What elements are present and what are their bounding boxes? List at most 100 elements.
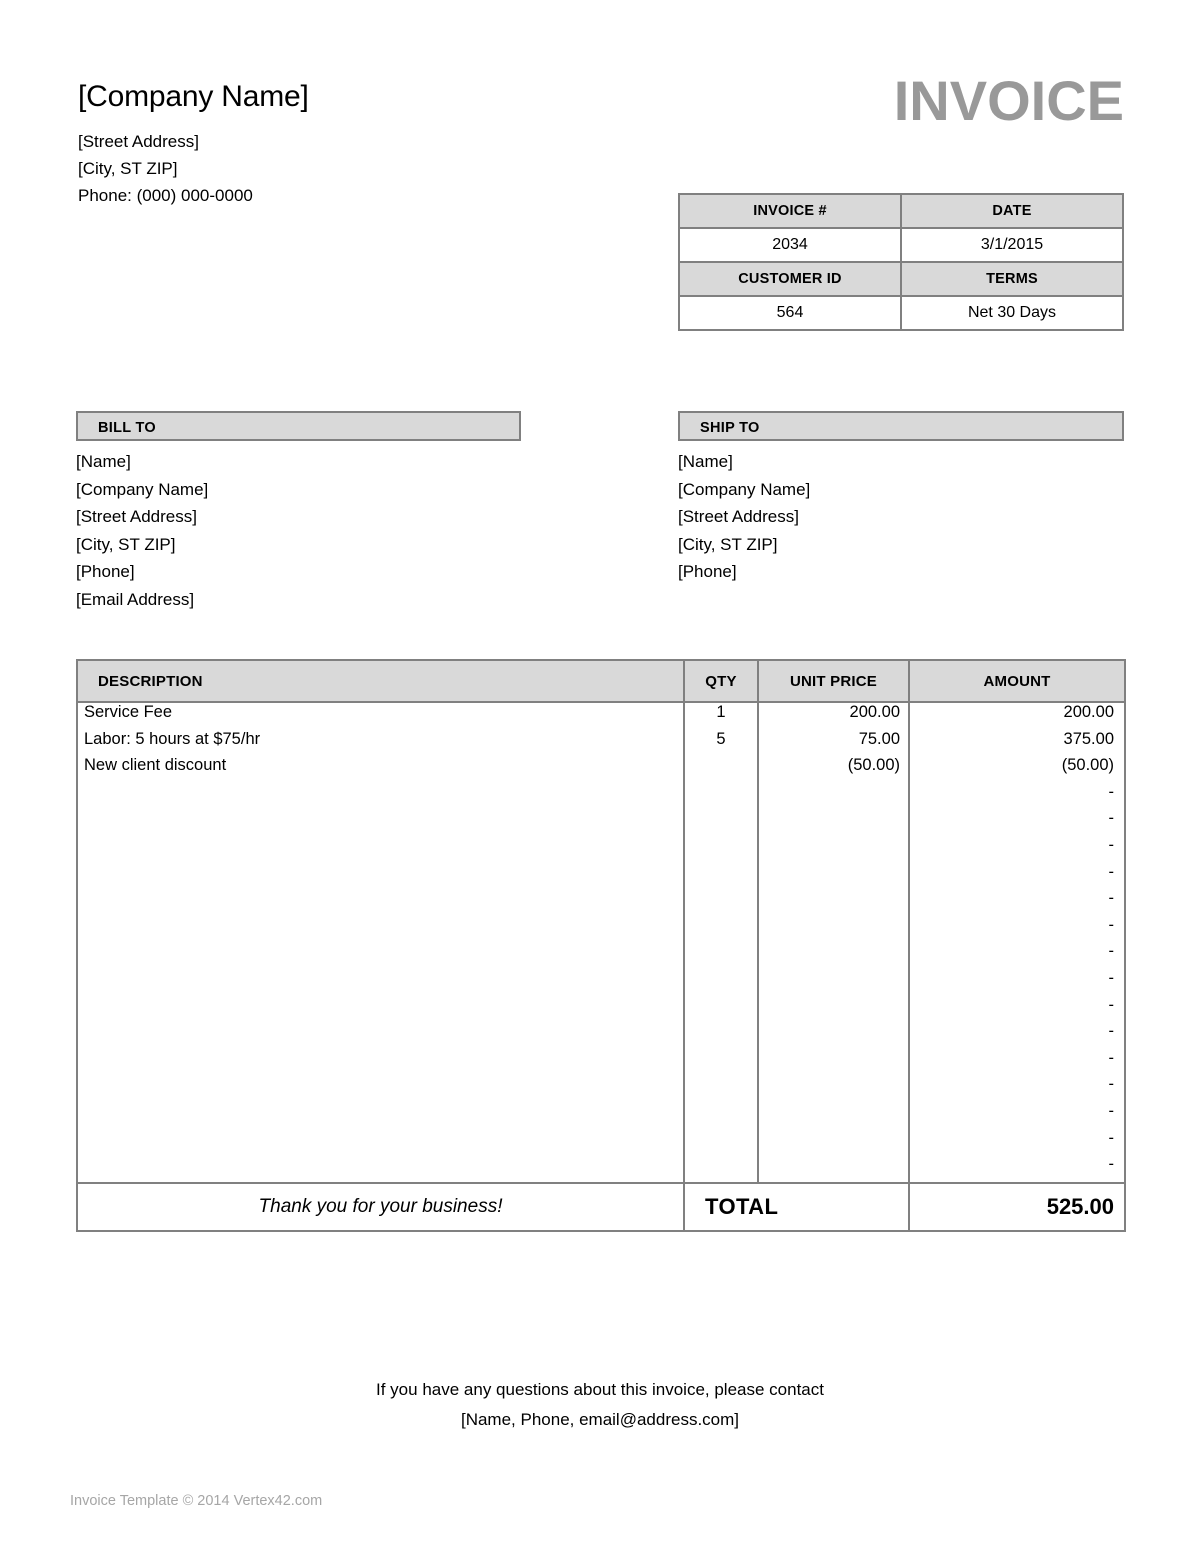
cell-description[interactable]: Service Fee — [76, 701, 685, 730]
cell-amount[interactable]: - — [908, 1101, 1126, 1129]
invoice-number-value[interactable]: 2034 — [678, 227, 902, 263]
bill-to-line[interactable]: [Name] — [76, 448, 521, 476]
cell-qty[interactable]: 5 — [683, 729, 759, 757]
cell-qty[interactable] — [683, 862, 759, 890]
cell-description[interactable] — [76, 968, 685, 996]
cell-description[interactable] — [76, 1128, 685, 1156]
cell-qty[interactable] — [683, 915, 759, 943]
cell-description[interactable] — [76, 862, 685, 890]
cell-unit-price[interactable] — [757, 1022, 910, 1049]
cell-amount[interactable]: - — [908, 1075, 1126, 1102]
cell-amount[interactable]: 375.00 — [908, 729, 1126, 757]
cell-qty[interactable] — [683, 809, 759, 836]
cell-amount[interactable]: - — [908, 782, 1126, 810]
cell-description[interactable] — [76, 995, 685, 1023]
company-address-line: [City, ST ZIP] — [78, 159, 178, 178]
cell-amount[interactable]: - — [908, 915, 1126, 943]
terms-label: TERMS — [900, 261, 1124, 297]
cell-unit-price[interactable] — [757, 1155, 910, 1184]
customer-id-label: CUSTOMER ID — [678, 261, 902, 297]
cell-description[interactable] — [76, 1101, 685, 1129]
cell-description[interactable] — [76, 1022, 685, 1049]
cell-unit-price[interactable] — [757, 1101, 910, 1129]
cell-amount[interactable]: - — [908, 1022, 1126, 1049]
invoice-number-label: INVOICE # — [678, 193, 902, 229]
cell-unit-price[interactable] — [757, 835, 910, 863]
column-header-amount: AMOUNT — [908, 659, 1126, 703]
customer-id-value[interactable]: 564 — [678, 295, 902, 331]
cell-amount[interactable]: - — [908, 1128, 1126, 1156]
cell-unit-price[interactable]: 200.00 — [757, 701, 910, 730]
cell-unit-price[interactable]: (50.00) — [757, 756, 910, 783]
cell-unit-price[interactable] — [757, 995, 910, 1023]
cell-amount[interactable]: - — [908, 835, 1126, 863]
bill-to-line[interactable]: [City, ST ZIP] — [76, 531, 521, 559]
cell-description[interactable] — [76, 942, 685, 969]
cell-description[interactable] — [76, 1075, 685, 1102]
cell-amount[interactable]: - — [908, 889, 1126, 916]
table-row: - — [76, 1022, 1126, 1049]
cell-amount[interactable]: - — [908, 862, 1126, 890]
cell-description[interactable]: Labor: 5 hours at $75/hr — [76, 729, 685, 757]
cell-description[interactable] — [76, 835, 685, 863]
cell-unit-price[interactable] — [757, 915, 910, 943]
cell-unit-price[interactable] — [757, 1048, 910, 1076]
cell-amount[interactable]: 200.00 — [908, 701, 1126, 730]
cell-unit-price[interactable]: 75.00 — [757, 729, 910, 757]
bill-to-line[interactable]: [Phone] — [76, 558, 521, 586]
cell-amount[interactable]: - — [908, 968, 1126, 996]
cell-qty[interactable] — [683, 1048, 759, 1076]
cell-description[interactable] — [76, 809, 685, 836]
cell-unit-price[interactable] — [757, 1075, 910, 1102]
ship-to-line[interactable]: [Phone] — [678, 558, 1124, 586]
cell-qty[interactable] — [683, 1101, 759, 1129]
cell-description[interactable] — [76, 915, 685, 943]
cell-unit-price[interactable] — [757, 809, 910, 836]
invoice-date-value[interactable]: 3/1/2015 — [900, 227, 1124, 263]
cell-amount[interactable]: - — [908, 1048, 1126, 1076]
bill-to-line[interactable]: [Email Address] — [76, 586, 521, 614]
cell-qty[interactable] — [683, 782, 759, 810]
cell-description[interactable] — [76, 1048, 685, 1076]
cell-qty[interactable] — [683, 942, 759, 969]
cell-unit-price[interactable] — [757, 1128, 910, 1156]
cell-qty[interactable] — [683, 1022, 759, 1049]
terms-value[interactable]: Net 30 Days — [900, 295, 1124, 331]
cell-amount[interactable]: - — [908, 809, 1126, 836]
cell-qty[interactable] — [683, 968, 759, 996]
cell-description[interactable]: New client discount — [76, 756, 685, 783]
cell-qty[interactable] — [683, 889, 759, 916]
ship-to-line[interactable]: [Company Name] — [678, 476, 1124, 504]
column-header-description: DESCRIPTION — [76, 659, 685, 703]
company-address-lines: [Street Address] [City, ST ZIP] Phone: (… — [78, 128, 638, 209]
cell-qty[interactable] — [683, 1075, 759, 1102]
cell-unit-price[interactable] — [757, 942, 910, 969]
bill-to-line[interactable]: [Company Name] — [76, 476, 521, 504]
ship-to-line[interactable]: [Street Address] — [678, 503, 1124, 531]
cell-unit-price[interactable] — [757, 968, 910, 996]
cell-amount[interactable]: - — [908, 995, 1126, 1023]
cell-qty[interactable] — [683, 1128, 759, 1156]
cell-qty[interactable] — [683, 995, 759, 1023]
cell-amount[interactable]: - — [908, 1155, 1126, 1184]
cell-description[interactable] — [76, 1155, 685, 1184]
cell-qty[interactable] — [683, 835, 759, 863]
cell-unit-price[interactable] — [757, 782, 910, 810]
total-value: 525.00 — [908, 1181, 1126, 1232]
company-phone-line: Phone: (000) 000-0000 — [78, 186, 253, 205]
cell-unit-price[interactable] — [757, 889, 910, 916]
cell-description[interactable] — [76, 889, 685, 916]
table-row: - — [76, 995, 1126, 1023]
ship-to-line[interactable]: [Name] — [678, 448, 1124, 476]
table-row: Service Fee 1 200.00 200.00 — [76, 701, 1126, 730]
cell-qty[interactable] — [683, 756, 759, 783]
cell-amount[interactable]: - — [908, 942, 1126, 969]
table-row: - — [76, 1101, 1126, 1129]
cell-qty[interactable] — [683, 1155, 759, 1184]
cell-unit-price[interactable] — [757, 862, 910, 890]
cell-description[interactable] — [76, 782, 685, 810]
bill-to-line[interactable]: [Street Address] — [76, 503, 521, 531]
cell-qty[interactable]: 1 — [683, 701, 759, 730]
cell-amount[interactable]: (50.00) — [908, 756, 1126, 783]
ship-to-line[interactable]: [City, ST ZIP] — [678, 531, 1124, 559]
